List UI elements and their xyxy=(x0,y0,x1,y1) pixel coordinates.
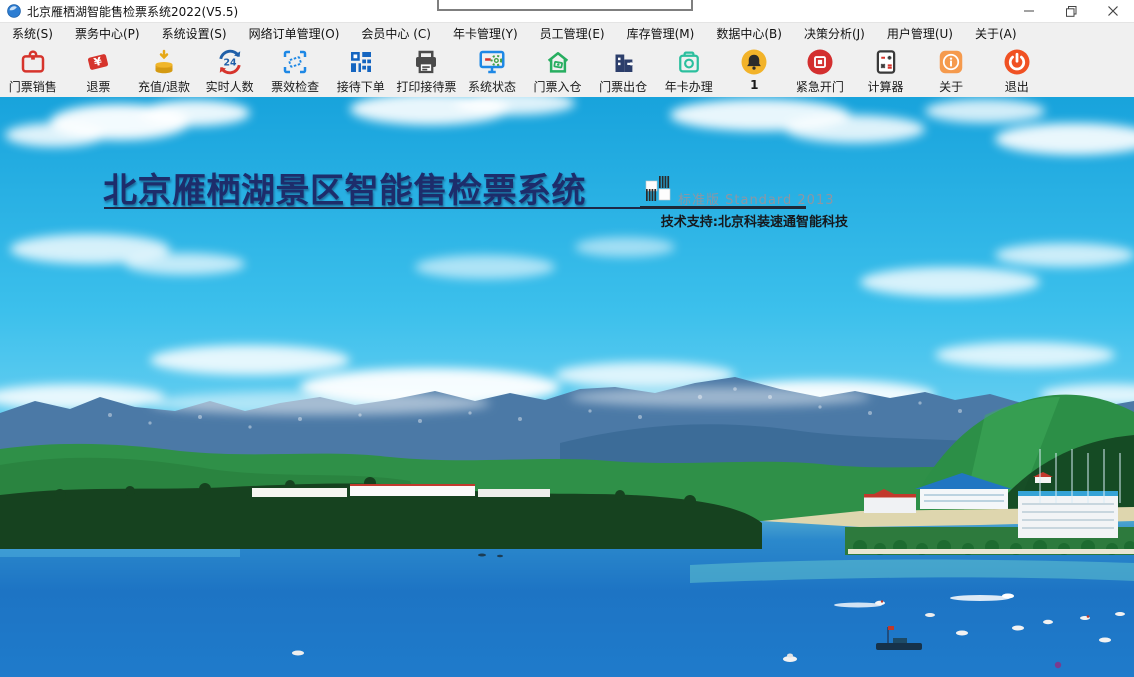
menu-item-2[interactable]: 系统设置(S) xyxy=(153,23,236,44)
toolbar-item-label: 门票销售 xyxy=(9,78,57,95)
menu-item-5[interactable]: 年卡管理(Y) xyxy=(444,23,527,44)
toolbar-item-9[interactable]: 门票出仓 xyxy=(590,47,656,95)
toolbar-item-label: 系统状态 xyxy=(468,78,516,95)
menu-item-9[interactable]: 决策分析(J) xyxy=(795,23,874,44)
toolbar-item-3[interactable]: 24 实时人数 xyxy=(197,47,263,95)
edition-label: 标准版 Standard 2013 xyxy=(678,189,835,208)
toolbar-item-7[interactable]: 系统状态 xyxy=(459,47,525,95)
menu-item-11[interactable]: 关于(A) xyxy=(966,23,1026,44)
notification-bell-icon xyxy=(739,47,769,77)
toolbar-item-14[interactable]: 关于 xyxy=(918,47,984,95)
toolbar-item-5[interactable]: 接待下单 xyxy=(328,47,394,95)
toolbar-item-label: 紧急开门 xyxy=(796,78,844,95)
menu-item-3[interactable]: 网络订单管理(O) xyxy=(240,23,349,44)
toolbar-item-label: 接待下单 xyxy=(337,78,385,95)
print-reception-ticket-icon xyxy=(411,47,441,77)
hero-title: 北京雁栖湖景区智能售检票系统 xyxy=(103,163,586,212)
toolbar-item-label: 实时人数 xyxy=(206,78,254,95)
app-window: 北京雁栖湖智能售检票系统2022(V5.5) 系统(S)票务中心(P)系统设置(… xyxy=(0,0,1134,677)
ticket-inbound-icon xyxy=(543,47,573,77)
toolbar-item-1[interactable]: ¥ 退票 xyxy=(66,47,132,95)
toolbar-item-label: 关于 xyxy=(939,78,963,95)
app-logo-icon xyxy=(7,4,21,18)
minimize-button[interactable] xyxy=(1008,0,1050,22)
menu-item-6[interactable]: 员工管理(E) xyxy=(531,23,614,44)
window-title: 北京雁栖湖智能售检票系统2022(V5.5) xyxy=(27,3,238,20)
ticket-validity-scan-icon xyxy=(280,47,310,77)
menu-bar: 系统(S)票务中心(P)系统设置(S)网络订单管理(O)会员中心 (C)年卡管理… xyxy=(0,23,1134,43)
toolbar-item-6[interactable]: 打印接待票 xyxy=(394,47,460,95)
toolbar-item-13[interactable]: 计算器 xyxy=(853,47,919,95)
menu-item-1[interactable]: 票务中心(P) xyxy=(66,23,149,44)
toolbar-item-0[interactable]: 门票销售 xyxy=(0,47,66,95)
close-button[interactable] xyxy=(1092,0,1134,22)
support-label: 技术支持:北京科装速通智能科技 xyxy=(556,211,848,230)
reception-order-qr-icon xyxy=(346,47,376,77)
edition-logo-icon xyxy=(645,175,672,202)
toolbar-item-8[interactable]: 门票入仓 xyxy=(525,47,591,95)
toolbar-item-label: 计算器 xyxy=(868,78,904,95)
toolbar-item-label: 票效检查 xyxy=(271,78,319,95)
hero-photo: 北京雁栖湖景区智能售检票系统 标准版 Standard 2013 技术支持:北京… xyxy=(0,97,1134,677)
toolbar-item-12[interactable]: 紧急开门 xyxy=(787,47,853,95)
window-controls xyxy=(1008,0,1134,22)
system-status-icon xyxy=(477,47,507,77)
toolbar-item-15[interactable]: 退出 xyxy=(984,47,1050,95)
menu-item-0[interactable]: 系统(S) xyxy=(3,23,62,44)
exit-icon xyxy=(1002,47,1032,77)
menu-item-7[interactable]: 库存管理(M) xyxy=(618,23,704,44)
menu-item-10[interactable]: 用户管理(U) xyxy=(878,23,962,44)
about-icon xyxy=(936,47,966,77)
background-window-edge[interactable] xyxy=(437,0,693,11)
toolbar-item-label: 打印接待票 xyxy=(396,78,456,95)
refund-ticket-icon: ¥ xyxy=(83,47,113,77)
toolbar-item-label: 退出 xyxy=(1005,78,1029,95)
toolbar-item-11[interactable]: 1 xyxy=(722,47,788,92)
menu-item-8[interactable]: 数据中心(B) xyxy=(707,23,791,44)
menu-item-4[interactable]: 会员中心 (C) xyxy=(352,23,440,44)
calculator-icon xyxy=(871,47,901,77)
annual-card-icon xyxy=(674,47,704,77)
toolbar: 门票销售 ¥ 退票 充值/退款 24 实时人数 票效检查 接待下单 打印接待票 … xyxy=(0,43,1134,102)
svg-text:24: 24 xyxy=(223,58,237,69)
restore-button[interactable] xyxy=(1050,0,1092,22)
recharge-refund-icon xyxy=(149,47,179,77)
realtime-visitors-icon: 24 xyxy=(215,47,245,77)
toolbar-item-2[interactable]: 充值/退款 xyxy=(131,47,197,95)
toolbar-item-label: 门票出仓 xyxy=(599,78,647,95)
emergency-door-icon xyxy=(805,47,835,77)
toolbar-item-4[interactable]: 票效检查 xyxy=(262,47,328,95)
toolbar-item-label: 退票 xyxy=(86,78,110,95)
toolbar-item-label: 充值/退款 xyxy=(138,78,190,95)
hero-underline xyxy=(104,207,640,209)
toolbar-item-10[interactable]: 年卡办理 xyxy=(656,47,722,95)
ticket-sale-icon xyxy=(18,47,48,77)
toolbar-item-label: 门票入仓 xyxy=(534,78,582,95)
toolbar-item-label: 年卡办理 xyxy=(665,78,713,95)
toolbar-item-label: 1 xyxy=(750,78,758,92)
ticket-outbound-icon xyxy=(608,47,638,77)
